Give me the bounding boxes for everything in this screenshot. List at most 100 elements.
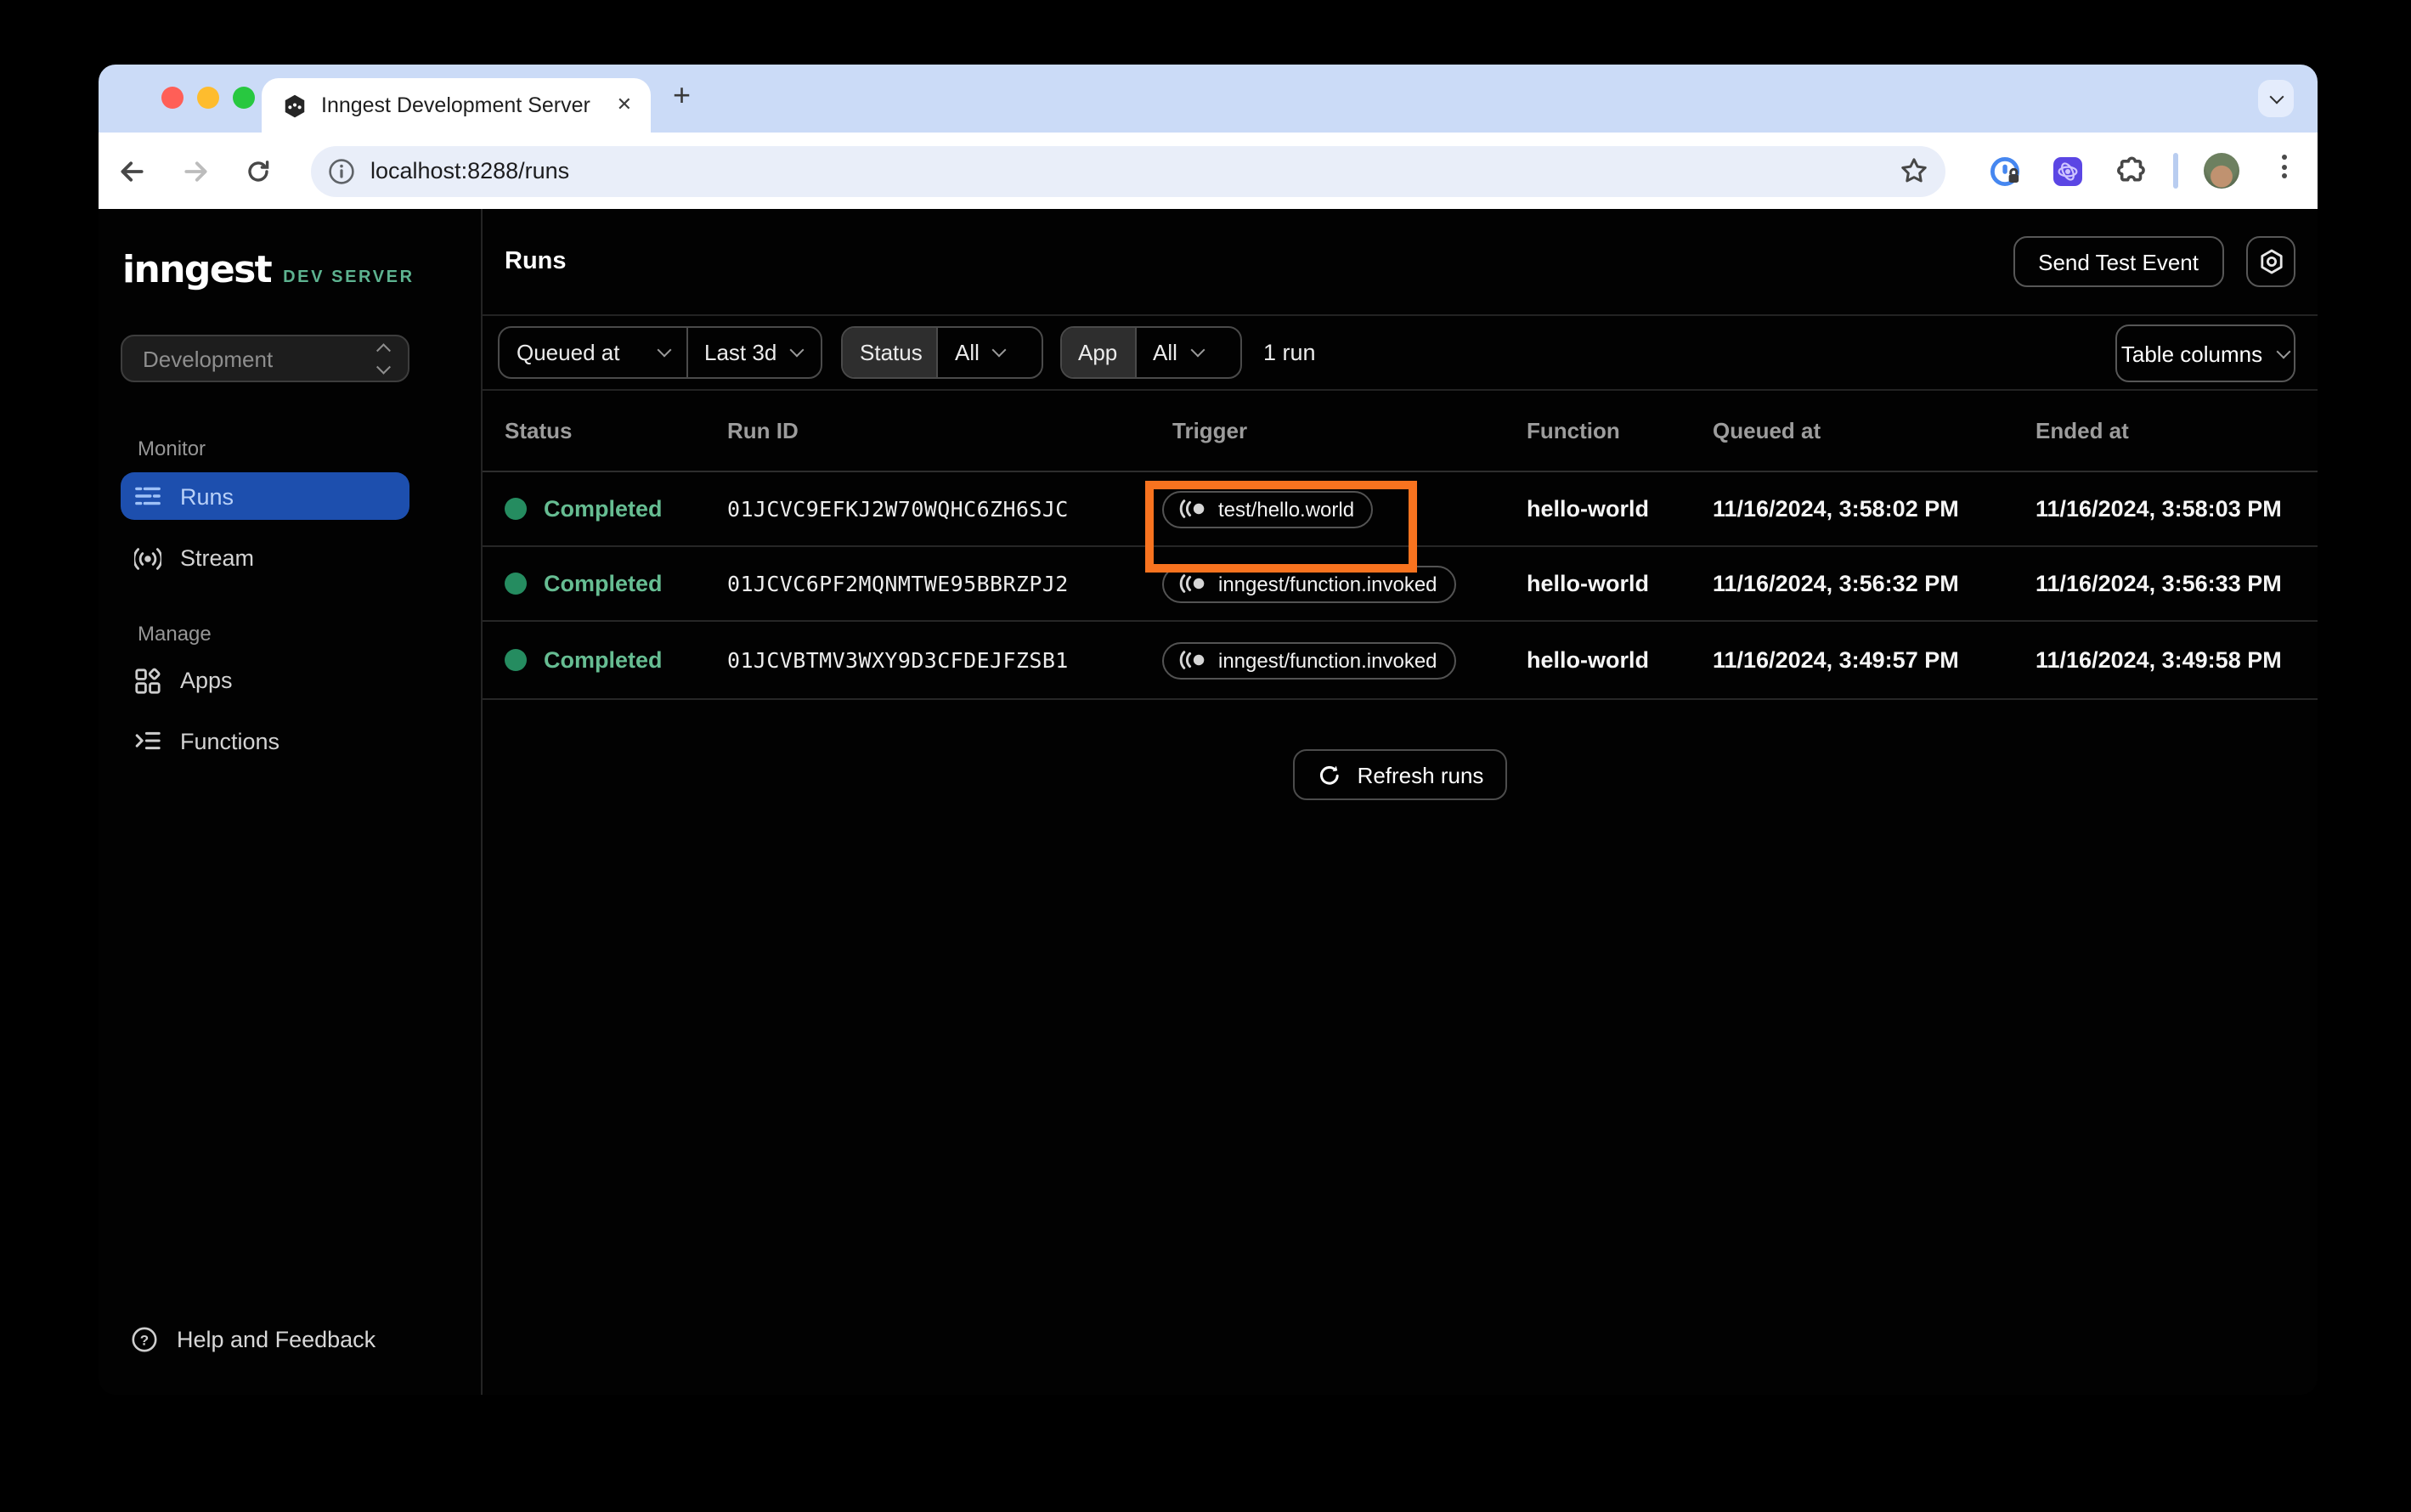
run-count: 1 run: [1263, 340, 1316, 365]
sidebar: inngest DEV SERVER Development Monitor R…: [99, 209, 483, 1395]
status-text: Completed: [544, 496, 663, 522]
forward-icon[interactable]: [182, 156, 211, 185]
sidebar-item-runs[interactable]: Runs: [121, 472, 409, 520]
send-test-event-button[interactable]: Send Test Event: [2013, 236, 2224, 287]
status-filter-value: All: [955, 340, 980, 365]
status-text: Completed: [544, 647, 663, 673]
manage-section-label: Manage: [138, 622, 212, 646]
trigger-badge: inngest/function.invoked: [1162, 565, 1456, 602]
functions-list-icon: [134, 727, 161, 754]
environment-value: Development: [143, 346, 274, 371]
browser-menu-icon[interactable]: [2282, 155, 2287, 178]
column-header-status: Status: [505, 418, 573, 443]
settings-gear-button[interactable]: [2246, 236, 2295, 287]
column-header-function: Function: [1527, 418, 1620, 443]
runs-table: Status Run ID Trigger Function Queued at…: [483, 391, 2318, 700]
logo: inngest DEV SERVER: [122, 250, 415, 292]
status-dot-icon: [505, 573, 527, 595]
window-zoom-button[interactable]: [233, 87, 255, 109]
extensions-puzzle-icon[interactable]: [2115, 155, 2146, 186]
page-header: Runs Send Test Event: [483, 209, 2318, 316]
trigger-name: inngest/function.invoked: [1218, 648, 1437, 672]
svg-text:?: ?: [140, 1331, 149, 1347]
status-cell: Completed: [505, 496, 727, 522]
sidebar-item-functions[interactable]: Functions: [121, 717, 409, 764]
app-filter-dropdown[interactable]: All: [1134, 328, 1239, 377]
environment-selector[interactable]: Development: [121, 335, 409, 382]
sidebar-item-label: Stream: [180, 545, 255, 571]
new-tab-icon[interactable]: +: [673, 78, 691, 114]
queued-at-cell: 11/16/2024, 3:49:57 PM: [1713, 647, 1959, 673]
status-dot-icon: [505, 649, 527, 671]
chevron-down-icon: [2268, 89, 2284, 104]
status-cell: Completed: [505, 647, 727, 673]
event-signal-icon: [1179, 651, 1205, 669]
tab-close-icon[interactable]: ✕: [613, 93, 635, 118]
status-filter-label: Status: [843, 328, 936, 377]
time-range-dropdown[interactable]: Last 3d: [686, 328, 820, 377]
status-filter-dropdown[interactable]: All: [936, 328, 1042, 377]
back-icon[interactable]: [117, 156, 146, 185]
site-info-icon[interactable]: [328, 157, 355, 184]
status-dot-icon: [505, 498, 527, 520]
run-id-cell: 01JCVBTMV3WXY9D3CFDEJFZSB1: [727, 647, 1069, 673]
tab-search-button[interactable]: [2258, 80, 2294, 117]
time-field-dropdown[interactable]: Queued at: [500, 328, 686, 377]
runs-list-icon: [134, 482, 161, 510]
refresh-label: Refresh runs: [1357, 762, 1484, 787]
chevron-down-icon: [1190, 342, 1206, 358]
toolbar-separator: [2173, 153, 2177, 189]
app-filter-label: App: [1061, 328, 1134, 377]
browser-window: Inngest Development Server ✕ + localhost…: [99, 65, 2318, 1395]
table-row[interactable]: Completed 01JCVC9EFKJ2W70WQHC6ZH6SJC tes…: [483, 472, 2318, 547]
inngest-favicon: [280, 92, 308, 119]
profile-avatar[interactable]: [2204, 153, 2239, 189]
sidebar-item-apps[interactable]: Apps: [121, 657, 409, 704]
run-id-cell: 01JCVC9EFKJ2W70WQHC6ZH6SJC: [727, 496, 1069, 522]
reload-icon[interactable]: [245, 157, 272, 184]
column-header-queued-at: Queued at: [1713, 418, 1821, 443]
bookmark-star-icon[interactable]: [1900, 156, 1928, 185]
tab-title: Inngest Development Server: [321, 93, 590, 117]
function-cell: hello-world: [1527, 496, 1649, 522]
refresh-row: Refresh runs: [483, 749, 2318, 800]
dev-server-badge: DEV SERVER: [283, 268, 415, 287]
sidebar-item-stream[interactable]: Stream: [121, 534, 409, 582]
table-row[interactable]: Completed 01JCVC6PF2MQNMTWE95BBRZPJ2 inn…: [483, 547, 2318, 622]
select-updown-icon: [375, 344, 390, 373]
window-close-button[interactable]: [161, 87, 184, 109]
refresh-runs-button[interactable]: Refresh runs: [1292, 749, 1508, 800]
time-field-label: Queued at: [517, 340, 620, 365]
url-bar[interactable]: localhost:8288/runs: [311, 145, 1945, 196]
password-manager-extension-icon[interactable]: [1990, 155, 2022, 187]
main-content: Runs Send Test Event Queued at Last 3d S…: [483, 209, 2318, 1395]
queued-at-cell: 11/16/2024, 3:58:02 PM: [1713, 496, 1959, 522]
status-text: Completed: [544, 571, 663, 596]
help-and-feedback[interactable]: ? Help and Feedback: [131, 1325, 375, 1352]
sidebar-item-label: Apps: [180, 668, 233, 693]
ended-at-cell: 11/16/2024, 3:49:58 PM: [2036, 647, 2282, 673]
browser-tab[interactable]: Inngest Development Server ✕: [262, 78, 651, 133]
trigger-badge: inngest/function.invoked: [1162, 641, 1456, 679]
ended-at-cell: 11/16/2024, 3:58:03 PM: [2036, 496, 2282, 522]
ended-at-cell: 11/16/2024, 3:56:33 PM: [2036, 571, 2282, 596]
trigger-cell: inngest/function.invoked: [1162, 641, 1527, 679]
inngest-wordmark: inngest: [122, 250, 273, 292]
url-text: localhost:8288/runs: [370, 158, 570, 183]
purple-extension-icon[interactable]: [2052, 155, 2083, 186]
column-header-trigger: Trigger: [1172, 418, 1248, 443]
trigger-badge: test/hello.world: [1162, 490, 1374, 528]
status-filter-group: Status All: [841, 326, 1043, 379]
window-minimize-button[interactable]: [197, 87, 219, 109]
sidebar-item-label: Functions: [180, 728, 280, 753]
event-signal-icon: [1179, 499, 1205, 518]
table-columns-button[interactable]: Table columns: [2115, 324, 2295, 382]
stream-broadcast-icon: [134, 544, 161, 572]
table-columns-label: Table columns: [2120, 341, 2263, 366]
gear-icon: [2260, 249, 2282, 274]
screen: Inngest Development Server ✕ + localhost…: [0, 0, 2411, 1512]
function-cell: hello-world: [1527, 571, 1649, 596]
trigger-name: inngest/function.invoked: [1218, 572, 1437, 595]
queued-at-cell: 11/16/2024, 3:56:32 PM: [1713, 571, 1959, 596]
table-row[interactable]: Completed 01JCVBTMV3WXY9D3CFDEJFZSB1 inn…: [483, 622, 2318, 700]
